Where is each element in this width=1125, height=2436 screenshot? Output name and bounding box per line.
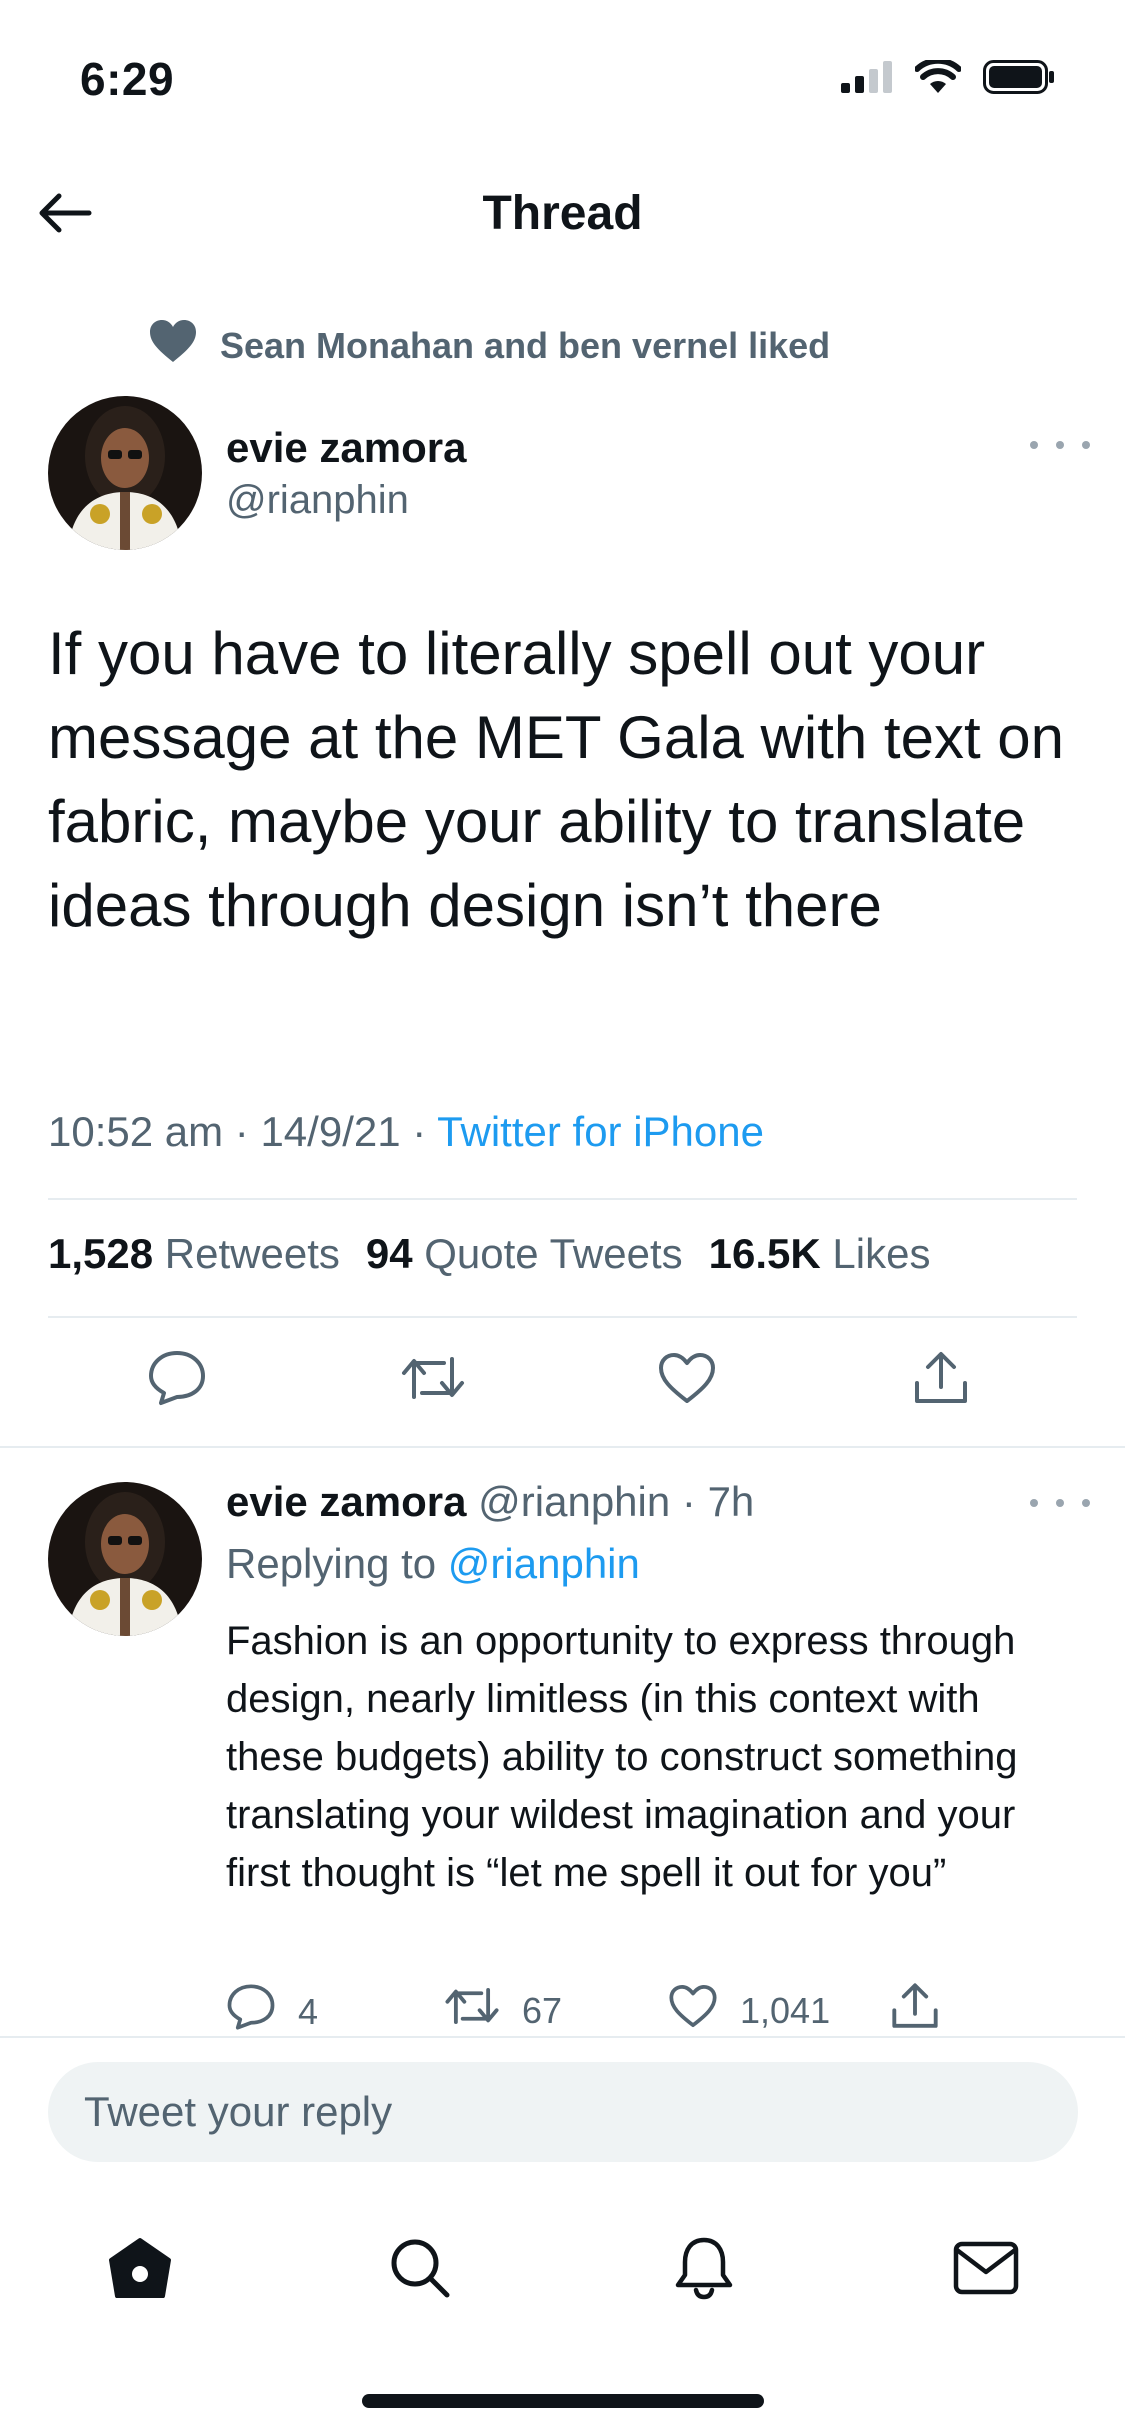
- author-handle[interactable]: @rianphin: [226, 478, 409, 523]
- reply-count: 4: [298, 1990, 319, 2032]
- quotes-label: Quote Tweets: [424, 1230, 683, 1277]
- author-name[interactable]: evie zamora: [226, 424, 466, 472]
- home-icon: [107, 2236, 173, 2305]
- tab-bar: [0, 2200, 1125, 2330]
- retweet-button[interactable]: 67: [444, 1983, 562, 2038]
- tweet-time: 10:52 am: [48, 1108, 224, 1155]
- retweet-count: 67: [522, 1989, 563, 2031]
- home-indicator: [362, 2394, 764, 2408]
- search-icon: [388, 2236, 452, 2305]
- heart-icon: [657, 1351, 717, 1410]
- tab-home[interactable]: [100, 2230, 180, 2310]
- likes-count: 16.5K: [708, 1230, 821, 1277]
- tab-search[interactable]: [380, 2230, 460, 2310]
- likes-stat[interactable]: 16.5K Likes: [709, 1230, 931, 1278]
- social-context[interactable]: Sean Monahan and ben vernel liked: [148, 318, 830, 373]
- mail-icon: [953, 2240, 1019, 2301]
- more-icon[interactable]: [1030, 430, 1090, 460]
- retweet-icon: [400, 1351, 466, 1410]
- signal-icon: [841, 61, 893, 98]
- heart-icon: [668, 1983, 718, 2038]
- reply-author-name[interactable]: evie zamora: [226, 1478, 466, 1525]
- share-button[interactable]: [890, 1981, 940, 2040]
- like-button[interactable]: [652, 1345, 722, 1415]
- retweets-count: 1,528: [48, 1230, 154, 1277]
- retweets-label: Retweets: [164, 1230, 340, 1277]
- avatar[interactable]: [48, 396, 202, 550]
- share-button[interactable]: [906, 1345, 976, 1415]
- heart-icon: [148, 318, 198, 373]
- tweet-source[interactable]: Twitter for iPhone: [437, 1108, 764, 1155]
- meta-separator: ·: [412, 1108, 438, 1155]
- retweets-stat[interactable]: 1,528 Retweets: [48, 1230, 340, 1278]
- tab-notifications[interactable]: [664, 2230, 744, 2310]
- quotes-stat[interactable]: 94 Quote Tweets: [366, 1230, 683, 1278]
- tab-messages[interactable]: [946, 2230, 1026, 2310]
- replying-to: Replying to @rianphin: [226, 1540, 640, 1588]
- share-icon: [912, 1349, 970, 1412]
- social-context-text: Sean Monahan and ben vernel liked: [220, 324, 831, 366]
- tweet-stats: 1,528 Retweets 94 Quote Tweets 16.5K Lik…: [48, 1230, 930, 1278]
- meta-separator: ·: [234, 1108, 261, 1155]
- like-button[interactable]: 1,041: [668, 1983, 830, 2038]
- divider: [0, 1446, 1125, 1448]
- nav-bar: Thread: [0, 150, 1125, 280]
- replying-to-label: Replying to: [226, 1540, 437, 1587]
- reply-text: Fashion is an opportunity to express thr…: [226, 1619, 1018, 1895]
- reply-action-bar: 4 67 1,041: [0, 1975, 1125, 2045]
- divider: [0, 2036, 1125, 2038]
- quotes-count: 94: [365, 1230, 413, 1277]
- share-icon: [890, 1981, 940, 2040]
- tweet-text: If you have to literally spell out your …: [48, 620, 1065, 939]
- reply-age: 7h: [707, 1478, 755, 1525]
- avatar[interactable]: [48, 1482, 202, 1636]
- divider: [48, 1316, 1077, 1318]
- status-icons: [841, 57, 1055, 99]
- battery-icon: [983, 60, 1055, 99]
- reply-icon: [147, 1349, 207, 1412]
- tweet-action-bar: [0, 1345, 1125, 1425]
- page-title: Thread: [482, 187, 643, 240]
- tweet-date: 14/9/21: [260, 1108, 401, 1155]
- replying-to-mention[interactable]: @rianphin: [448, 1540, 640, 1587]
- reply-author-handle[interactable]: @rianphin: [478, 1478, 670, 1525]
- reply-icon: [226, 1983, 276, 2040]
- tweet-meta: 10:52 am · 14/9/21 · Twitter for iPhone: [48, 1108, 764, 1156]
- divider: [48, 1198, 1077, 1200]
- retweet-button[interactable]: [398, 1345, 468, 1415]
- more-icon[interactable]: [1030, 1488, 1090, 1518]
- meta-separator: ·: [670, 1478, 708, 1525]
- bell-icon: [673, 2235, 735, 2306]
- like-count: 1,041: [740, 1989, 831, 2031]
- status-bar: 6:29: [0, 0, 1125, 150]
- reply-button[interactable]: [142, 1345, 212, 1415]
- retweet-icon: [444, 1983, 500, 2038]
- reply-button[interactable]: 4: [226, 1983, 318, 2040]
- wifi-icon: [914, 57, 962, 99]
- reply-compose-input[interactable]: Tweet your reply: [48, 2062, 1078, 2162]
- status-time: 6:29: [80, 53, 175, 105]
- likes-label: Likes: [832, 1230, 931, 1277]
- reply-header: evie zamora @rianphin · 7h: [226, 1478, 754, 1526]
